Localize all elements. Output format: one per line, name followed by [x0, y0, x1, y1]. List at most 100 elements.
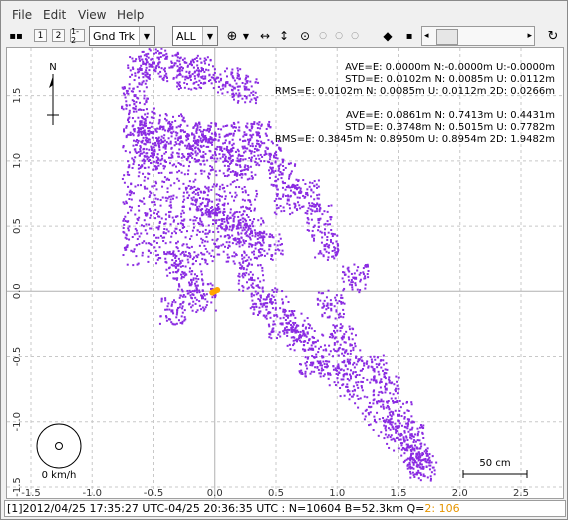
- track-point: [400, 433, 403, 436]
- track-point: [281, 302, 284, 305]
- track-point: [223, 141, 226, 144]
- track-point: [149, 251, 152, 254]
- track-point: [287, 301, 290, 304]
- track-point: [223, 208, 226, 211]
- source-1-button[interactable]: 1: [34, 29, 47, 42]
- fit-vertical-icon[interactable]: ↕: [277, 26, 291, 46]
- stats-set2-ave: AVE=E: 0.0861m N: 0.7413m U: 0.4431m: [346, 110, 555, 121]
- track-point: [393, 401, 396, 404]
- track-point: [219, 88, 222, 91]
- track-point: [140, 133, 143, 136]
- track-point: [122, 108, 125, 111]
- center-origin-icon[interactable]: ⊕: [225, 26, 239, 46]
- track-point: [204, 185, 207, 188]
- track-point: [137, 134, 140, 137]
- track-point: [190, 306, 193, 309]
- fit-horizontal-icon[interactable]: ↔: [257, 26, 273, 46]
- menu-edit[interactable]: Edit: [43, 8, 66, 22]
- track-point: [146, 127, 149, 130]
- show-center-icon[interactable]: ⊙: [298, 26, 312, 46]
- track-point: [326, 210, 329, 213]
- disabled-circle-icon[interactable]: ○: [334, 26, 344, 46]
- track-point: [194, 178, 197, 181]
- scroll-right-icon[interactable]: ▸: [527, 31, 532, 41]
- track-point: [382, 359, 385, 362]
- source-1-2-button[interactable]: 1-2: [70, 27, 85, 45]
- track-point: [150, 125, 153, 128]
- track-point: [254, 244, 257, 247]
- scroll-left-icon[interactable]: ◂: [424, 31, 429, 41]
- plot-canvas[interactable]: -1.5 -1.0 -0.5 0.0 0.5 1.0 1.5 2.0 2.51.51.00.50…: [7, 48, 563, 498]
- refresh-icon[interactable]: ↻: [545, 26, 561, 46]
- time-step-icon[interactable]: ▪: [402, 26, 416, 46]
- track-point: [329, 373, 332, 376]
- track-point: [121, 86, 124, 89]
- time-marker-icon[interactable]: ◆: [381, 26, 395, 46]
- menu-file[interactable]: File: [12, 8, 32, 22]
- track-point: [175, 266, 178, 269]
- track-point: [197, 209, 200, 212]
- track-anchor-point: [145, 139, 149, 143]
- track-point: [362, 273, 365, 276]
- chevron-down-icon[interactable]: ▼: [241, 26, 251, 46]
- track-point: [193, 136, 196, 139]
- track-point: [178, 306, 181, 309]
- track-point: [313, 234, 316, 237]
- track-point: [170, 263, 173, 266]
- track-point: [222, 214, 225, 217]
- track-anchor-point: [317, 218, 321, 222]
- track-point: [246, 81, 249, 84]
- track-point: [260, 217, 263, 220]
- pause-icon[interactable]: ▪▪: [9, 26, 23, 46]
- track-point: [131, 206, 134, 209]
- track-point: [241, 191, 244, 194]
- track-point: [131, 66, 134, 69]
- track-point: [162, 231, 165, 234]
- track-point: [255, 157, 258, 160]
- track-point: [159, 204, 162, 207]
- track-point: [156, 198, 159, 201]
- track-point: [305, 364, 308, 367]
- track-point: [124, 96, 127, 99]
- ground-track-plot[interactable]: -1.5 -1.0 -0.5 0.0 0.5 1.0 1.5 2.0 2.5 1.5 1.0 0.5 0…: [6, 47, 564, 499]
- track-point: [230, 125, 233, 128]
- quality-select[interactable]: ALL ▼: [172, 26, 218, 46]
- track-point: [148, 129, 151, 132]
- track-point: [228, 140, 231, 143]
- track-point: [389, 428, 392, 431]
- track-point: [232, 77, 235, 80]
- time-slider[interactable]: ◂ ▸: [421, 26, 535, 46]
- track-point: [266, 252, 269, 255]
- track-point: [229, 191, 232, 194]
- disabled-circle-icon[interactable]: ○: [318, 26, 328, 46]
- track-point: [156, 139, 159, 142]
- track-point: [260, 244, 263, 247]
- disabled-circle-icon[interactable]: ○: [350, 26, 360, 46]
- slider-thumb[interactable]: [436, 29, 458, 45]
- track-point: [138, 76, 141, 79]
- track-point: [201, 239, 204, 242]
- track-point: [140, 232, 143, 235]
- track-point: [338, 367, 341, 370]
- source-2-button[interactable]: 2: [52, 29, 65, 42]
- track-point: [244, 168, 247, 171]
- plot-type-select[interactable]: Gnd Trk ▼: [89, 26, 155, 46]
- track-point: [232, 260, 235, 263]
- menu-view[interactable]: View: [78, 8, 106, 22]
- track-point: [382, 363, 385, 366]
- stats-set2-std: STD=E: 0.3748m N: 0.5015m U: 0.7782m: [345, 122, 555, 133]
- track-point: [233, 238, 236, 241]
- track-point: [140, 184, 143, 187]
- track-point: [157, 122, 160, 125]
- fix-point: [209, 289, 216, 296]
- x-tick-label: -1.5: [21, 488, 41, 498]
- track-point: [190, 152, 193, 155]
- track-point: [219, 235, 222, 238]
- track-point: [408, 446, 411, 449]
- track-anchor-point: [262, 302, 266, 306]
- track-point: [362, 271, 365, 274]
- track-point: [271, 289, 274, 292]
- menu-help[interactable]: Help: [117, 8, 144, 22]
- track-point: [169, 140, 172, 143]
- track-point: [186, 153, 189, 156]
